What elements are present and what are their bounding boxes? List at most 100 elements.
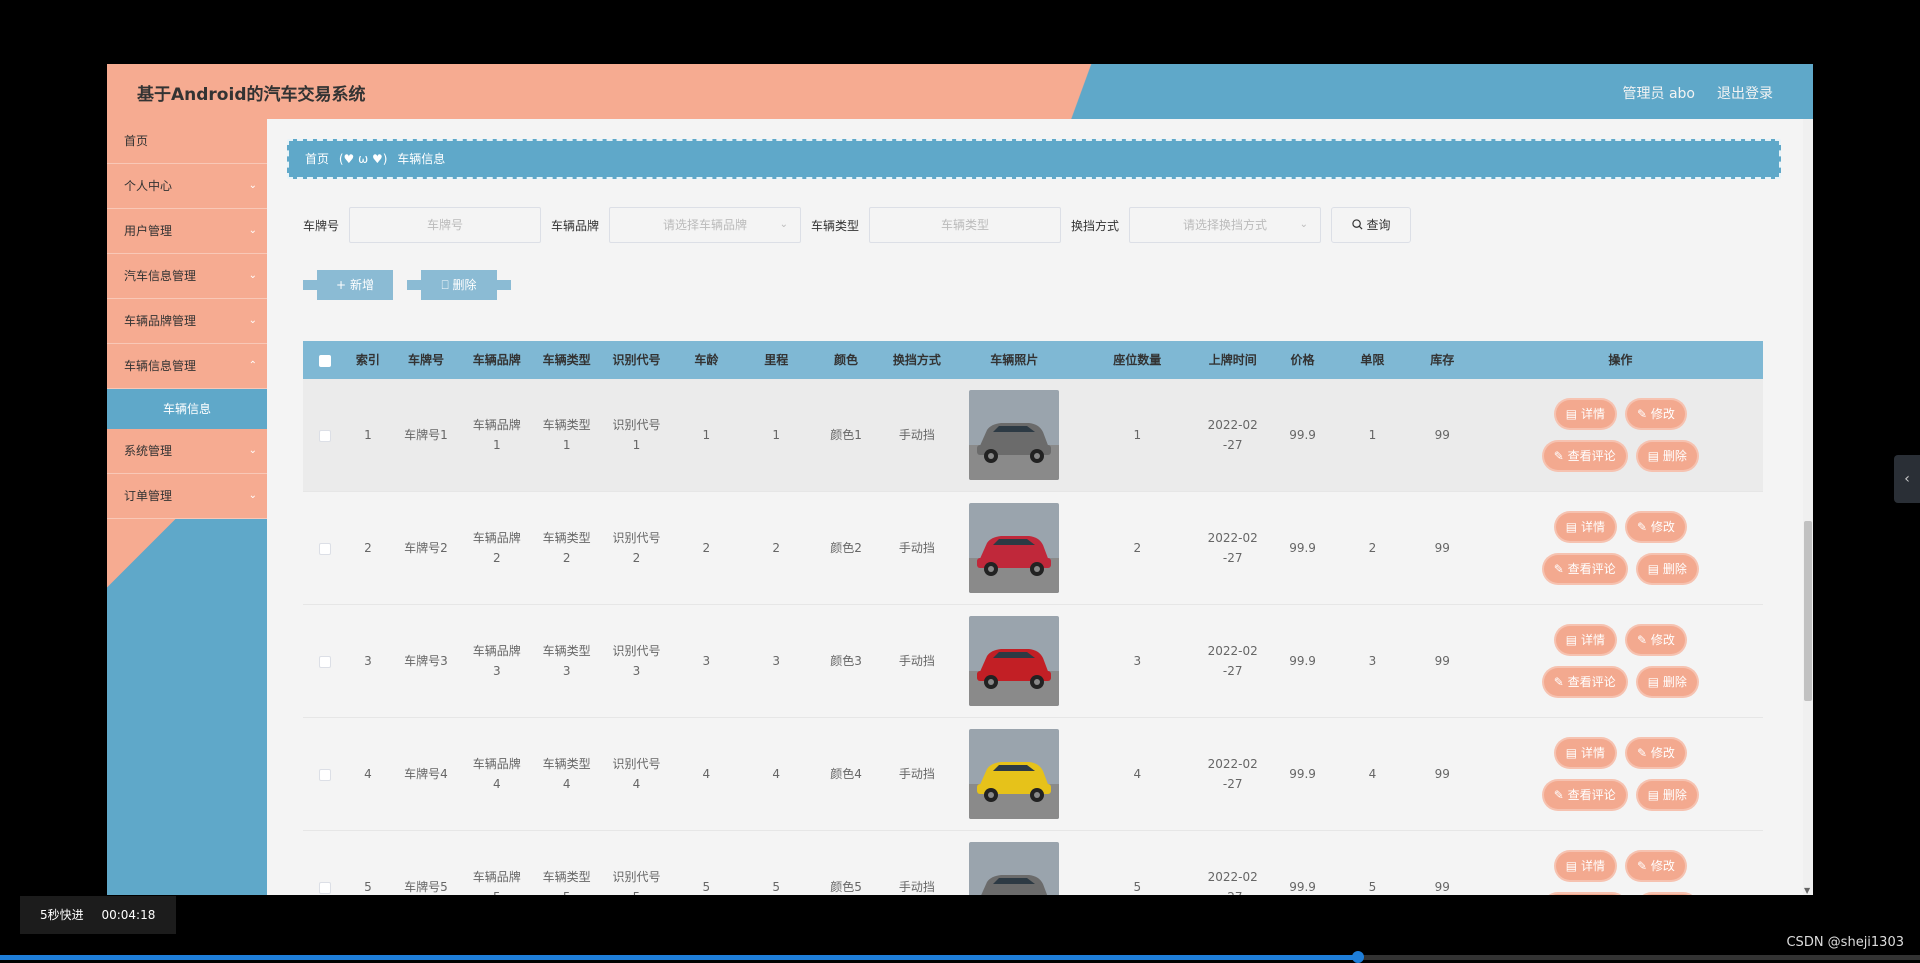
operations-cell: ▤ 详情 ✎ 修改✎ 查看评论 ▤ 删除 bbox=[1478, 513, 1763, 583]
edit-button[interactable]: ✎ 修改 bbox=[1626, 626, 1685, 654]
select-all-checkbox[interactable] bbox=[318, 354, 331, 367]
logout-link[interactable]: 退出登录 bbox=[1717, 83, 1773, 103]
column-header: 上牌时间 bbox=[1208, 353, 1257, 367]
brand-select[interactable]: 请选择车辆品牌 ⌄ bbox=[609, 207, 802, 243]
view-comments-button[interactable]: ✎ 查看评论 bbox=[1543, 781, 1626, 809]
sidebar-item-3[interactable]: 汽车信息管理 ⌄ bbox=[107, 254, 267, 299]
stock-value: 99 bbox=[1434, 428, 1450, 442]
type-input[interactable]: 车辆类型 bbox=[869, 207, 1062, 243]
plate-input[interactable]: 车牌号 bbox=[349, 207, 542, 243]
checkbox-cell bbox=[303, 425, 346, 445]
scrollbar-thumb[interactable] bbox=[1804, 521, 1812, 701]
vehicle-photo[interactable] bbox=[969, 503, 1060, 593]
age-cell: 2 bbox=[671, 538, 742, 558]
row-checkbox[interactable] bbox=[318, 429, 331, 442]
batch-delete-button[interactable]: ⎕ 删除 bbox=[407, 270, 511, 300]
sidebar-item-label: 首页 bbox=[124, 134, 149, 148]
breadcrumb-current: 车辆信息 bbox=[397, 152, 446, 166]
scroll-down-icon[interactable]: ▼ bbox=[1804, 886, 1810, 895]
index-cell: 2 bbox=[346, 538, 389, 558]
detail-button[interactable]: ▤ 详情 bbox=[1555, 513, 1615, 541]
price-value: 99.9 bbox=[1289, 767, 1316, 781]
row-checkbox[interactable] bbox=[318, 768, 331, 781]
edit-button[interactable]: ✎ 修改 bbox=[1626, 513, 1685, 541]
delete-button[interactable]: ▤ 删除 bbox=[1637, 442, 1697, 470]
vehicle-photo[interactable] bbox=[969, 616, 1060, 706]
breadcrumb-home[interactable]: 首页 bbox=[305, 152, 329, 166]
age-value: 1 bbox=[702, 428, 711, 442]
video-progress[interactable] bbox=[0, 951, 1920, 963]
sidebar-item-4[interactable]: 车辆品牌管理 ⌄ bbox=[107, 299, 267, 344]
row-checkbox[interactable] bbox=[318, 542, 331, 555]
vehicle-photo[interactable] bbox=[969, 842, 1060, 895]
view-comments-button[interactable]: ✎ 查看评论 bbox=[1543, 442, 1626, 470]
sidebar-item-7[interactable]: 系统管理 ⌄ bbox=[107, 429, 267, 474]
view-comments-button[interactable]: ✎ 查看评论 bbox=[1543, 668, 1626, 696]
query-label: 查询 bbox=[1366, 218, 1391, 232]
add-button[interactable]: + 新增 bbox=[303, 270, 393, 300]
gear-cell: 手动挡 bbox=[881, 651, 952, 671]
type-value: 车辆类型 bbox=[542, 870, 591, 884]
chevron-icon: ⌄ bbox=[248, 445, 257, 456]
sidebar-item-1[interactable]: 个人中心 ⌄ bbox=[107, 164, 267, 209]
edit-button[interactable]: ✎ 修改 bbox=[1626, 739, 1685, 767]
add-label: 新增 bbox=[349, 278, 374, 292]
detail-button[interactable]: ▤ 详情 bbox=[1555, 626, 1615, 654]
sidebar-item-2[interactable]: 用户管理 ⌄ bbox=[107, 209, 267, 254]
type-value-suffix: 5 bbox=[531, 887, 602, 895]
detail-button[interactable]: ▤ 详情 bbox=[1555, 400, 1615, 428]
sidebar-item-8[interactable]: 订单管理 ⌄ bbox=[107, 474, 267, 519]
date-value-suffix: -27 bbox=[1222, 551, 1243, 565]
stock-cell: 99 bbox=[1407, 425, 1478, 445]
detail-button[interactable]: ▤ 详情 bbox=[1555, 852, 1615, 880]
row-checkbox[interactable] bbox=[318, 881, 331, 894]
delete-label: 删除 bbox=[452, 278, 477, 292]
photo-cell bbox=[952, 842, 1076, 895]
type-cell: 车辆类型 2 bbox=[531, 528, 602, 568]
sidebar-item-5[interactable]: 车辆信息管理 ⌃ bbox=[107, 344, 267, 389]
brand-cell: 车辆品牌 1 bbox=[462, 415, 531, 455]
delete-button[interactable]: ▤ 删除 bbox=[1637, 894, 1697, 895]
delete-button[interactable]: ▤ 删除 bbox=[1637, 668, 1697, 696]
date-value: 2022-02 bbox=[1207, 418, 1258, 432]
column-header: 价格 bbox=[1290, 353, 1315, 367]
edit-icon: ✎ bbox=[1636, 633, 1651, 647]
index-cell: 3 bbox=[346, 651, 389, 671]
column-header: 车辆类型 bbox=[542, 353, 591, 367]
brand-value: 车辆品牌 bbox=[472, 418, 521, 432]
table-row: 2 车牌号2 车辆品牌 2 车辆类型 2 识别代号 2 2 2 颜色2 手动挡 2 2022-02 -27 9… bbox=[303, 492, 1763, 605]
color-value: 颜色4 bbox=[830, 767, 862, 781]
delete-button[interactable]: ▤ 删除 bbox=[1637, 781, 1697, 809]
watermark: CSDN @sheji1303 bbox=[1786, 935, 1904, 950]
color-cell: 颜色2 bbox=[811, 538, 882, 558]
side-panel-toggle[interactable]: ‹ bbox=[1894, 455, 1920, 503]
stock-value: 99 bbox=[1434, 541, 1450, 555]
operations-cell: ▤ 详情 ✎ 修改 ✎ 查看评论 ▤ 删除 bbox=[1478, 852, 1763, 895]
stock-cell: 99 bbox=[1407, 764, 1478, 784]
trash-icon: ▤ bbox=[1647, 449, 1663, 463]
plus-icon: + bbox=[336, 278, 347, 292]
vin-value: 识别代号 bbox=[612, 757, 661, 771]
vehicle-photo[interactable] bbox=[969, 390, 1060, 480]
edit-button[interactable]: ✎ 修改 bbox=[1626, 852, 1685, 880]
vehicle-photo[interactable] bbox=[969, 729, 1060, 819]
edit-button[interactable]: ✎ 修改 bbox=[1626, 400, 1685, 428]
scrollbar[interactable]: ▼ bbox=[1803, 119, 1813, 895]
row-checkbox[interactable] bbox=[318, 655, 331, 668]
sidebar-subitem-vehicle-info[interactable]: 车辆信息 bbox=[107, 389, 267, 429]
gear-select[interactable]: 请选择换挡方式 ⌄ bbox=[1129, 207, 1322, 243]
detail-button[interactable]: ▤ 详情 bbox=[1555, 739, 1615, 767]
breadcrumb: 首页 (♥ ω ♥) 车辆信息 bbox=[287, 139, 1781, 179]
index-value: 2 bbox=[364, 541, 372, 555]
delete-button[interactable]: ▤ 删除 bbox=[1637, 555, 1697, 583]
view-comments-button[interactable]: ✎ 查看评论 bbox=[1543, 555, 1626, 583]
skip-speed-label[interactable]: 5秒快进 bbox=[40, 908, 84, 922]
gear-label: 换挡方式 bbox=[1071, 218, 1120, 233]
brand-value-suffix: 5 bbox=[462, 887, 531, 895]
sidebar-item-0[interactable]: 首页 bbox=[107, 119, 267, 164]
progress-knob[interactable] bbox=[1352, 951, 1364, 963]
date-value-suffix: -27 bbox=[1222, 777, 1243, 791]
view-comments-button[interactable]: ✎ 查看评论 bbox=[1543, 894, 1626, 895]
limit-cell: 1 bbox=[1338, 425, 1407, 445]
query-button[interactable]: 查询 bbox=[1331, 207, 1412, 243]
